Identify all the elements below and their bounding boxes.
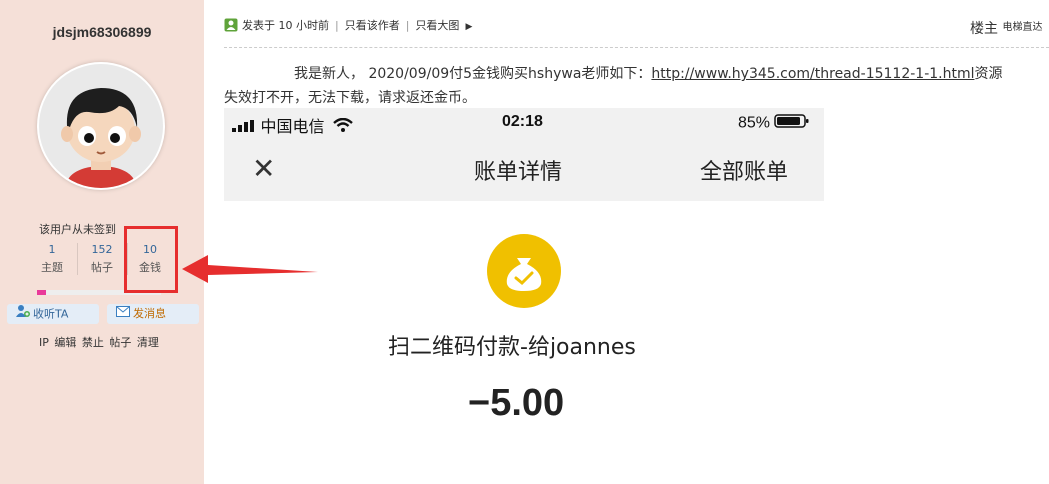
credit-progress-fill: [37, 290, 46, 295]
status-battery: 85%: [738, 113, 810, 134]
elevator-link[interactable]: 电梯直达: [1002, 22, 1042, 33]
annotation-arrow: [182, 255, 318, 283]
payment-description: 扫二维码付款-给joannes: [388, 335, 636, 360]
post-content: 我是新人， 2020/09/09付5金钱购买hshywa老师如下：http://…: [224, 62, 1049, 110]
wifi-icon: [333, 118, 353, 137]
stat-posts-label: 帖子: [91, 261, 113, 274]
post-line-1: 我是新人， 2020/09/09付5金钱购买hshywa老师如下：http://…: [224, 62, 1049, 86]
status-carrier: 中国电信: [232, 113, 353, 137]
floor-number: 楼主: [970, 21, 998, 37]
highlight-box: [124, 226, 178, 293]
all-bills-link[interactable]: 全部账单: [700, 154, 788, 186]
send-message-label: 发消息: [133, 307, 166, 320]
signal-icon: [232, 119, 256, 137]
follow-icon: [16, 304, 30, 325]
admin-link-posts[interactable]: 帖子: [109, 336, 131, 349]
username[interactable]: jdsjm68306899: [0, 24, 204, 40]
only-author-link[interactable]: 只看该作者: [345, 19, 400, 32]
post-text-after: 资源: [974, 66, 1003, 82]
post-text-before: 我是新人， 2020/09/09付5金钱购买hshywa老师如下：: [294, 66, 652, 82]
thread-link[interactable]: http://www.hy345.com/thread-15112-1-1.ht…: [651, 66, 974, 82]
envelope-icon: [116, 304, 130, 324]
author-online-icon: [224, 18, 238, 35]
status-time: 02:18: [502, 113, 543, 130]
separator: |: [335, 19, 339, 32]
battery-icon: [774, 113, 810, 134]
checkin-status: 该用户从未签到: [39, 223, 116, 236]
post-time: 发表于 10 小时前: [242, 19, 329, 32]
carrier-name: 中国电信: [260, 119, 325, 136]
admin-links: IP 编辑 禁止 帖子 清理: [39, 334, 159, 350]
stat-posts[interactable]: 152 帖子: [77, 241, 127, 277]
separator: |: [405, 19, 410, 32]
floor-label: 楼主 电梯直达: [970, 18, 1042, 38]
money-bag-icon: [487, 234, 561, 308]
send-message-button[interactable]: 发消息: [107, 304, 199, 324]
admin-link-ip[interactable]: IP: [39, 336, 49, 349]
post-info-bar: 发表于 10 小时前 | 只看该作者 | 只看大图 ▶: [224, 17, 472, 35]
close-icon[interactable]: ✕: [252, 155, 275, 183]
battery-percent: 85%: [738, 114, 771, 132]
admin-link-ban[interactable]: 禁止: [82, 336, 104, 349]
stat-threads-label: 主题: [41, 261, 63, 274]
follow-label: 收听TA: [33, 307, 69, 321]
admin-link-edit[interactable]: 编辑: [54, 336, 76, 349]
bill-detail-title: 账单详情: [474, 159, 563, 184]
caret-right-icon: ▶: [465, 22, 473, 32]
avatar[interactable]: [39, 64, 163, 188]
stat-threads-value[interactable]: 1: [27, 241, 77, 259]
stat-threads[interactable]: 1 主题: [27, 241, 77, 277]
admin-link-clean[interactable]: 清理: [137, 336, 159, 349]
stat-posts-value[interactable]: 152: [77, 241, 127, 259]
payment-screenshot-header: 中国电信 02:18 85% ✕ 账单详情 全部账单: [224, 108, 824, 201]
follow-button[interactable]: 收听TA: [7, 304, 99, 324]
post-line-2: 失效打不开，无法下载，请求返还金币。: [224, 90, 476, 106]
post-divider: [224, 47, 1049, 48]
only-big-images-link[interactable]: 只看大图: [415, 19, 459, 32]
payment-amount: −5.00: [468, 382, 565, 424]
